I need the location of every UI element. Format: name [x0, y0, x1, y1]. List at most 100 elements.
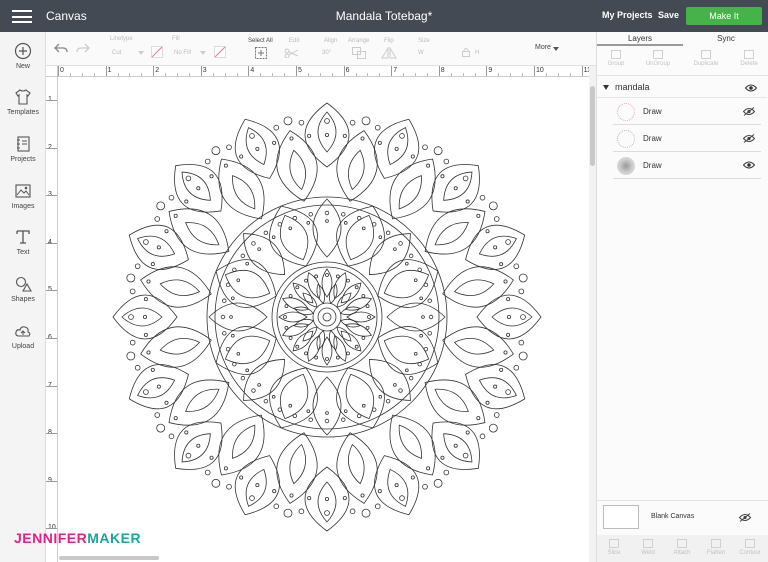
eye-hidden-icon[interactable] — [743, 134, 755, 143]
eye-hidden-icon[interactable] — [739, 513, 751, 522]
tool-label: Upload — [11, 343, 35, 350]
mandala-dot — [443, 158, 450, 165]
caret-down-icon[interactable] — [603, 85, 609, 90]
lock-icon[interactable] — [462, 47, 470, 57]
ruler-tick — [153, 66, 155, 76]
mandala-dot — [204, 158, 211, 165]
mandala-dot — [283, 315, 287, 319]
make-it-button[interactable]: Make It — [686, 7, 762, 25]
mandala-mid-petal — [442, 266, 514, 308]
more-menu-button[interactable]: More — [535, 44, 551, 51]
undo-icon[interactable] — [54, 42, 68, 54]
layer-row[interactable]: Draw — [613, 153, 761, 179]
shapes-tool[interactable]: Shapes — [0, 275, 46, 303]
contour-button[interactable]: Contour — [733, 539, 767, 556]
blank-canvas-swatch[interactable] — [603, 505, 639, 529]
mandala-center-petal-inner — [293, 318, 315, 328]
mandala-dot — [231, 333, 235, 338]
text-tool[interactable]: Text — [0, 228, 46, 256]
eye-icon[interactable] — [745, 84, 757, 92]
document-title[interactable]: Mandala Totebag* — [336, 9, 433, 23]
upload-tool[interactable]: Upload — [0, 322, 46, 350]
eye-hidden-icon[interactable] — [743, 107, 755, 116]
mandala-dot — [143, 332, 148, 337]
attach-button[interactable]: Attach — [665, 539, 699, 556]
edit-label: Edit — [289, 38, 300, 44]
delete-button[interactable]: Delete — [732, 50, 766, 67]
mandala-dot — [239, 475, 244, 480]
mandala-dot — [249, 133, 255, 139]
group-button[interactable]: Group — [599, 50, 633, 67]
flip-icon[interactable] — [381, 47, 397, 59]
mandala-dot — [335, 355, 340, 360]
ruler-number: 7 — [393, 67, 398, 74]
mandala-artwork[interactable] — [59, 77, 589, 562]
design-canvas[interactable] — [59, 77, 589, 562]
layer-thumbnail — [617, 157, 635, 175]
save-button[interactable]: Save — [658, 10, 679, 20]
ungroup-button[interactable]: UnGroup — [641, 50, 675, 67]
hamburger-menu-icon[interactable] — [12, 10, 32, 23]
tool-label: New — [15, 63, 30, 70]
tab-sync[interactable]: Sync — [683, 32, 768, 46]
ruler-tick — [46, 242, 57, 244]
mandala-dot — [398, 388, 403, 393]
mandala-dot — [307, 133, 312, 138]
ruler-tick — [46, 480, 57, 482]
mandala-dot — [288, 294, 293, 298]
images-tool[interactable]: Images — [0, 182, 46, 210]
projects-tool[interactable]: Projects — [0, 135, 46, 163]
arrange-icon[interactable] — [352, 47, 366, 59]
scissors-icon[interactable] — [284, 48, 300, 58]
fill-select[interactable]: No Fill — [174, 50, 191, 56]
eye-icon[interactable] — [743, 161, 755, 169]
duplicate-button[interactable]: Duplicate — [689, 50, 723, 67]
vertical-scrollbar[interactable] — [589, 66, 596, 562]
mandala-outer-petal-inner — [387, 468, 409, 507]
redo-icon[interactable] — [76, 42, 90, 54]
mandala-dot — [428, 314, 434, 320]
layer-row[interactable]: Draw — [613, 99, 761, 125]
linetype-select[interactable]: Cut — [112, 50, 121, 56]
my-projects-link[interactable]: My Projects — [602, 10, 653, 20]
fill-swatch-icon[interactable] — [214, 46, 226, 58]
mandala-dot — [356, 413, 362, 419]
new-tool[interactable]: New — [0, 42, 46, 70]
ruler-tick — [46, 433, 57, 435]
mandala-mid-petal — [336, 432, 378, 504]
mandala-dot — [142, 314, 147, 319]
scrollbar-thumb[interactable] — [590, 86, 595, 166]
rotation-value[interactable]: 30° — [322, 50, 331, 56]
weld-button[interactable]: Weld — [631, 539, 665, 556]
mandala-mid-petal-inner — [347, 443, 365, 485]
flatten-button[interactable]: Flatten — [699, 539, 733, 556]
tool-label: Weld — [641, 550, 655, 556]
slice-button[interactable]: Slice — [597, 539, 631, 556]
horizontal-scrollbar[interactable] — [59, 556, 159, 560]
mandala-mid-petal — [218, 414, 265, 476]
mandala-mid-petal-inner — [398, 424, 422, 459]
mandala-dot — [493, 216, 500, 222]
mandala-dot — [499, 262, 504, 267]
layer-group-mandala[interactable]: mandala — [597, 78, 767, 98]
mandala-outer-petal-inner — [478, 377, 517, 399]
layer-row[interactable]: Draw — [613, 126, 761, 152]
select-all-icon[interactable] — [255, 47, 267, 59]
mandala-center-petal-inner — [328, 283, 338, 305]
tool-label: Group — [607, 61, 625, 67]
tool-label: Images — [11, 203, 35, 210]
mandala-dot — [324, 510, 330, 516]
mandala-dot — [360, 136, 365, 141]
ruler-tick — [438, 66, 440, 76]
templates-tool[interactable]: Templates — [0, 88, 46, 116]
mandala-dot — [349, 119, 356, 126]
mandala-dot — [378, 395, 383, 399]
tool-label: Projects — [10, 156, 36, 163]
mandala-dot — [365, 325, 370, 330]
mandala-center-petal-inner — [339, 306, 361, 316]
mandala-lotus-petal-inner — [280, 214, 309, 261]
mandala-mid-petal-inner — [453, 337, 495, 355]
mandala-dot — [263, 398, 269, 404]
tab-layers[interactable]: Layers — [597, 32, 683, 46]
linetype-swatch-icon[interactable] — [151, 46, 163, 58]
